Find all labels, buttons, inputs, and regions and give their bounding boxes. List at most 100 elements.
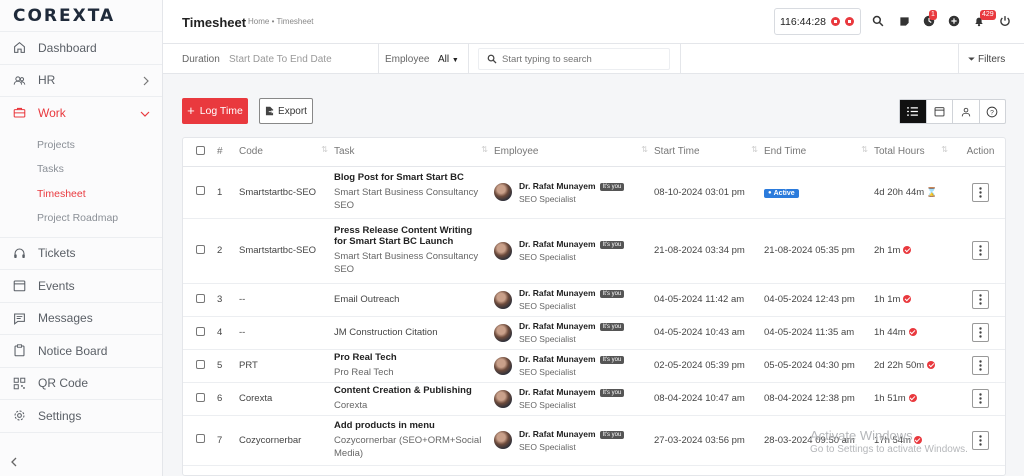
row-checkbox[interactable]: [196, 359, 205, 369]
column-header-total-hours[interactable]: Total Hours ⇅: [874, 138, 954, 167]
column-header-code[interactable]: Code ⇅: [239, 138, 334, 167]
start-time: 04-05-2024 10:43 am: [654, 316, 764, 350]
sidebar-subitem-projects[interactable]: Projects: [0, 133, 162, 158]
row-checkbox[interactable]: [196, 293, 205, 303]
timer-value: 116:44:28: [780, 15, 826, 28]
approved-check-icon: [903, 295, 912, 303]
gear-icon: [12, 409, 26, 423]
row-actions-button[interactable]: [972, 323, 989, 342]
start-time: 02-05-2024 05:39 pm: [654, 349, 764, 383]
row-checkbox[interactable]: [196, 326, 205, 336]
row-checkbox[interactable]: [196, 186, 205, 195]
logo[interactable]: COREXTA: [0, 0, 162, 31]
duration-picker[interactable]: Start Date To End Date: [229, 54, 332, 65]
sidebar-item-tickets[interactable]: Tickets: [0, 236, 162, 270]
message-icon: [12, 311, 26, 325]
sidebar-item-dashboard[interactable]: Dashboard: [0, 31, 162, 64]
users-icon: [12, 73, 26, 87]
employee-view-button[interactable]: [952, 100, 979, 123]
row-checkbox[interactable]: [196, 244, 205, 254]
help-button[interactable]: ?: [978, 100, 1006, 123]
row-checkbox[interactable]: [196, 392, 205, 402]
stop-icon[interactable]: [844, 17, 854, 26]
task-title[interactable]: Blog Post for Smart Start BC: [334, 172, 486, 183]
employee-cell[interactable]: Dr. Rafat Munayem It's you SEO Specialist: [494, 387, 654, 410]
employee-cell[interactable]: Dr. Rafat Munayem It's you SEO Specialist: [494, 181, 654, 204]
employee-cell[interactable]: Dr. Rafat Munayem It's you SEO Specialist: [494, 354, 654, 377]
search-icon[interactable]: [871, 14, 885, 28]
row-actions-button[interactable]: [972, 356, 989, 375]
table-row[interactable]: 1 Smartstartbc-SEO Blog Post for Smart Sta…: [183, 166, 1005, 219]
table-row[interactable]: 4 -- JM Construction Citation Dr. Rafat Mun…: [183, 316, 1005, 350]
calendar-view-button[interactable]: [925, 100, 953, 123]
row-actions-button[interactable]: [972, 182, 989, 202]
search-box: [478, 48, 670, 70]
log-time-button[interactable]: + Log Time: [182, 98, 248, 124]
sidebar: COREXTA Dashboard HR Work Projects Tasks…: [0, 0, 163, 476]
column-header-code-label: Code: [239, 146, 263, 158]
sidebar-item-work[interactable]: Work: [0, 96, 162, 129]
sidebar-item-label: Messages: [38, 311, 93, 326]
avatar: [494, 356, 512, 375]
table-header-row: # Code ⇅ Task ⇅ Employee ⇅ Start Time ⇅ End …: [183, 138, 1005, 167]
sidebar-subitem-timesheet[interactable]: Timesheet: [0, 182, 162, 207]
row-checkbox[interactable]: [196, 434, 205, 443]
row-actions-button[interactable]: [972, 430, 989, 450]
search-input[interactable]: [502, 53, 662, 65]
total-hours: 2h 1m: [874, 245, 901, 256]
sidebar-item-hr[interactable]: HR: [0, 63, 162, 97]
start-time: 08-10-2024 03:01 pm: [654, 166, 764, 219]
pause-icon[interactable]: [830, 17, 840, 26]
sidebar-item-qr-code[interactable]: QR Code: [0, 366, 162, 400]
table-row[interactable]: 6 Corexta Content Creation & Publishing Cor…: [183, 382, 1005, 416]
select-all-checkbox[interactable]: [196, 145, 205, 155]
employee-cell[interactable]: Dr. Rafat Munayem It's you SEO Specialist: [494, 288, 654, 311]
row-actions-button[interactable]: [972, 389, 989, 408]
power-icon[interactable]: [998, 14, 1012, 28]
export-button[interactable]: Export: [259, 98, 313, 124]
sidebar-item-settings[interactable]: Settings: [0, 399, 162, 432]
sticky-note-icon[interactable]: [897, 14, 911, 28]
clock-badge: 1: [929, 10, 937, 20]
row-actions-button[interactable]: [972, 290, 989, 309]
sort-icon: ⇅: [861, 145, 868, 154]
row-number: 5: [217, 349, 239, 383]
employee-cell[interactable]: Dr. Rafat Munayem It's you SEO Specialist: [494, 429, 654, 452]
employee-cell[interactable]: Dr. Rafat Munayem It's you SEO Specialist: [494, 239, 654, 262]
table-row[interactable]: 5 PRT Pro Real Tech Pro Real Tech Dr. Rafat …: [183, 349, 1005, 383]
start-time: 27-03-2024 03:56 pm: [654, 415, 764, 466]
column-header-end-time[interactable]: End Time ⇅: [764, 138, 874, 167]
sidebar-subitem-project-roadmap[interactable]: Project Roadmap: [0, 206, 162, 231]
employee-select[interactable]: All ▼: [438, 54, 459, 65]
table-row[interactable]: 3 -- Email Outreach Dr. Rafat Munayem It's y…: [183, 283, 1005, 317]
bell-badge: 429: [980, 10, 996, 20]
employee-cell[interactable]: Dr. Rafat Munayem It's you SEO Specialist: [494, 321, 654, 344]
employee-name: Dr. Rafat Munayem: [519, 288, 596, 298]
task-title[interactable]: Content Creation & Publishing: [334, 385, 486, 396]
task-project: Smart Start Business Consultancy SEO: [334, 251, 479, 275]
table-row[interactable]: 2 Smartstartbc-SEO Press Release Content W…: [183, 218, 1005, 284]
filters-button[interactable]: ⏷ Filters: [968, 54, 1005, 65]
task-title[interactable]: Add products in menu: [334, 420, 486, 431]
end-time: 05-05-2024 04:30 pm: [764, 360, 855, 371]
collapse-sidebar-icon[interactable]: [10, 457, 18, 470]
list-view-button[interactable]: [900, 100, 926, 123]
sidebar-item-events[interactable]: Events: [0, 269, 162, 302]
sidebar-item-messages[interactable]: Messages: [0, 301, 162, 335]
more-vertical-icon: [979, 186, 982, 198]
column-header-task[interactable]: Task ⇅: [334, 138, 494, 167]
sidebar-item-notice-board[interactable]: Notice Board: [0, 334, 162, 367]
add-icon[interactable]: [947, 14, 961, 28]
avatar: [494, 431, 512, 449]
table-row[interactable]: 7 Cozycornerbar Add products in menu Cozyco…: [183, 415, 1005, 466]
sidebar-subitem-tasks[interactable]: Tasks: [0, 157, 162, 182]
more-vertical-icon: [979, 434, 982, 446]
task-title[interactable]: Press Release Content Writing for Smart …: [334, 225, 486, 247]
task-title[interactable]: Pro Real Tech: [334, 352, 486, 363]
column-header-start-time[interactable]: Start Time ⇅: [654, 138, 764, 167]
clock-timer[interactable]: 116:44:28: [774, 8, 861, 35]
briefcase-icon: [12, 106, 26, 120]
row-actions-button[interactable]: [972, 241, 989, 260]
row-number: 4: [217, 316, 239, 350]
column-header-employee[interactable]: Employee ⇅: [494, 138, 654, 167]
